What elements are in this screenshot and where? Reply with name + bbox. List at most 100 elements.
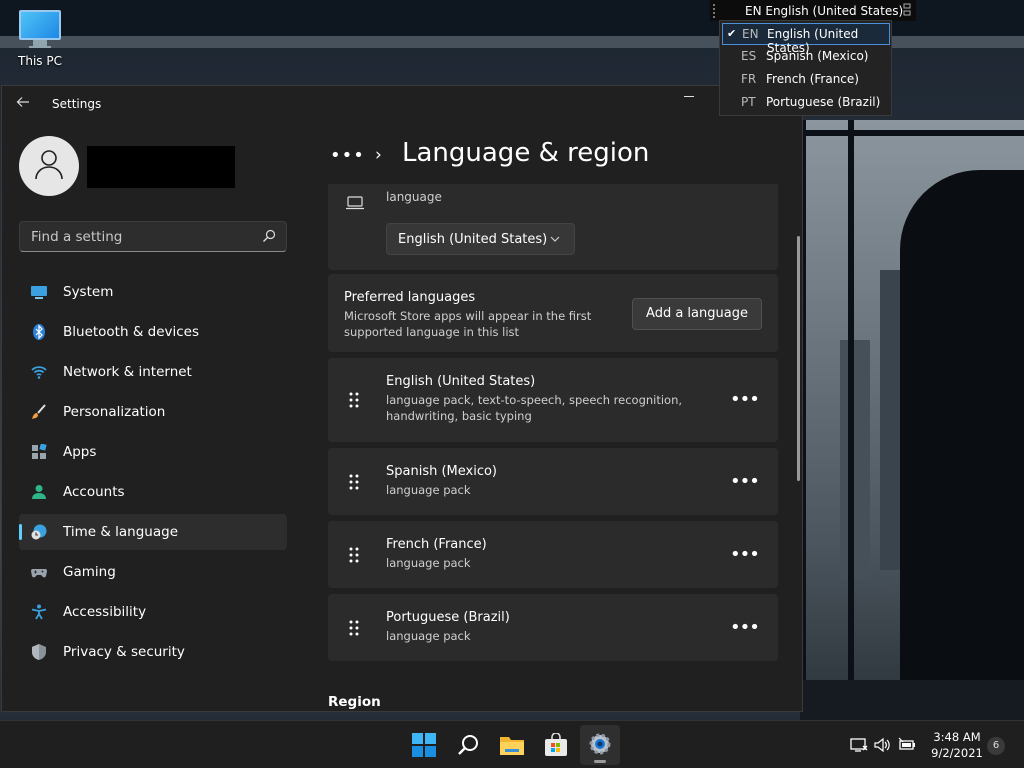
sidebar-item-label: Apps [63,444,97,460]
add-language-button[interactable]: Add a language [632,298,762,330]
input-language-flyout: ✔ EN English (United States) ES Spanish … [719,20,892,116]
redacted-account-name [87,146,235,188]
language-features: language pack [386,556,471,570]
language-code: FR [741,72,757,86]
language-row[interactable]: French (France) language pack ••• [328,521,778,588]
search-placeholder: Find a setting [31,229,123,245]
window-title: Settings [52,97,102,111]
monitor-base [29,46,51,48]
sidebar-nav: System Bluetooth & devices Network & int… [19,274,287,674]
language-option-es[interactable]: ES Spanish (Mexico) [722,46,890,68]
language-option-en[interactable]: ✔ EN English (United States) [722,23,890,55]
start-button[interactable] [404,725,444,765]
language-row[interactable]: Spanish (Mexico) language pack ••• [328,448,778,515]
language-name: Portuguese (Brazil) [386,610,510,625]
monitor-icon [19,10,61,40]
language-name: Portuguese (Brazil) [766,95,881,109]
language-name: English (United States) [386,374,536,389]
settings-taskbar-button[interactable] [580,725,620,765]
card-title: Preferred languages [344,290,476,305]
language-name: French (France) [386,537,487,552]
wallpaper-silhouette-cup [905,362,967,418]
language-name: Spanish (Mexico) [386,464,498,479]
drag-handle-icon[interactable] [348,619,360,637]
avatar[interactable] [19,136,79,196]
display-language-dropdown[interactable]: English (United States) [386,223,575,255]
shield-icon [32,644,46,660]
taskbar: 3:48 AM 9/2/2021 6 [0,720,1024,768]
content-scrollbar[interactable] [797,236,800,481]
card-subtitle: Microsoft Store apps will appear in the … [344,309,592,339]
language-code: ES [741,49,757,63]
minimize-button[interactable] [676,92,702,102]
language-features: language pack, text-to-speech, speech re… [386,393,683,423]
folder-icon [500,737,524,755]
search-icon[interactable] [262,229,276,243]
sidebar-item-label: Gaming [63,564,116,580]
region-heading: Region [328,694,381,710]
sidebar-item-privacy[interactable]: Privacy & security [19,634,287,670]
language-option-fr[interactable]: FR French (France) [722,69,890,91]
wallpaper-frame [848,120,854,720]
this-pc-desktop-icon[interactable]: This PC [12,10,68,68]
sidebar-item-label: Bluetooth & devices [63,324,200,340]
battery-icon[interactable] [898,737,916,753]
store-icon [545,733,567,756]
notification-badge[interactable]: 6 [987,737,1005,755]
windows-display-language-card: language English (United States) [328,184,778,270]
sidebar-item-gaming[interactable]: Gaming [19,554,287,590]
grip-handle[interactable] [713,4,715,18]
restore-icon[interactable] [903,3,911,17]
bluetooth-icon [33,324,45,340]
sidebar-item-label: Network & internet [63,364,192,380]
ime-language-bar[interactable]: EN English (United States) [710,0,916,21]
language-row[interactable]: Portuguese (Brazil) language pack ••• [328,594,778,661]
sidebar-item-network[interactable]: Network & internet [19,354,287,390]
volume-icon[interactable] [874,737,892,753]
breadcrumb-more-button[interactable]: ••• [330,145,365,166]
laptop-icon [346,196,364,210]
breadcrumb-chevron-icon: › [375,145,382,165]
gear-icon [589,733,611,755]
sidebar-item-personalization[interactable]: Personalization [19,394,287,430]
taskbar-search-button[interactable] [448,725,488,765]
drag-handle-icon[interactable] [348,546,360,564]
taskbar-clock[interactable]: 3:48 AM 9/2/2021 [922,729,992,761]
more-options-button[interactable]: ••• [730,546,760,564]
sidebar-item-bluetooth[interactable]: Bluetooth & devices [19,314,287,350]
sidebar-item-label: Privacy & security [63,644,185,660]
page-title: Language & region [402,138,650,168]
apps-icon [32,444,47,459]
microsoft-store-button[interactable] [536,725,576,765]
language-option-pt[interactable]: PT Portuguese (Brazil) [722,92,890,114]
network-icon[interactable] [850,737,868,753]
drag-handle-icon[interactable] [348,473,360,491]
sidebar-item-system[interactable]: System [19,274,287,310]
sidebar-item-time-language[interactable]: Time & language [19,514,287,550]
language-code: PT [741,95,756,109]
settings-window: Settings Find a setting System Bluetooth… [1,85,803,712]
sidebar-item-apps[interactable]: Apps [19,434,287,470]
active-indicator [594,760,606,763]
title-bar: Settings [2,86,802,122]
windows-logo-icon [412,733,436,757]
back-button[interactable] [16,95,36,113]
arrow-left-icon [16,97,29,107]
user-icon [35,150,63,180]
drag-handle-icon[interactable] [348,391,360,409]
wallpaper-building [840,340,870,580]
person-icon [32,485,46,499]
more-options-button[interactable]: ••• [730,391,760,409]
more-options-button[interactable]: ••• [730,473,760,491]
chevron-down-icon [550,236,560,242]
desktop-icon-label: This PC [18,54,62,68]
file-explorer-button[interactable] [492,725,532,765]
wallpaper-frame [800,130,1024,136]
sidebar-item-accounts[interactable]: Accounts [19,474,287,510]
preferred-languages-card: Preferred languages Microsoft Store apps… [328,274,778,352]
more-options-button[interactable]: ••• [730,619,760,637]
language-name: Spanish (Mexico) [766,49,869,63]
search-box[interactable]: Find a setting [19,221,287,252]
sidebar-item-accessibility[interactable]: Accessibility [19,594,287,630]
language-row[interactable]: English (United States) language pack, t… [328,358,778,442]
